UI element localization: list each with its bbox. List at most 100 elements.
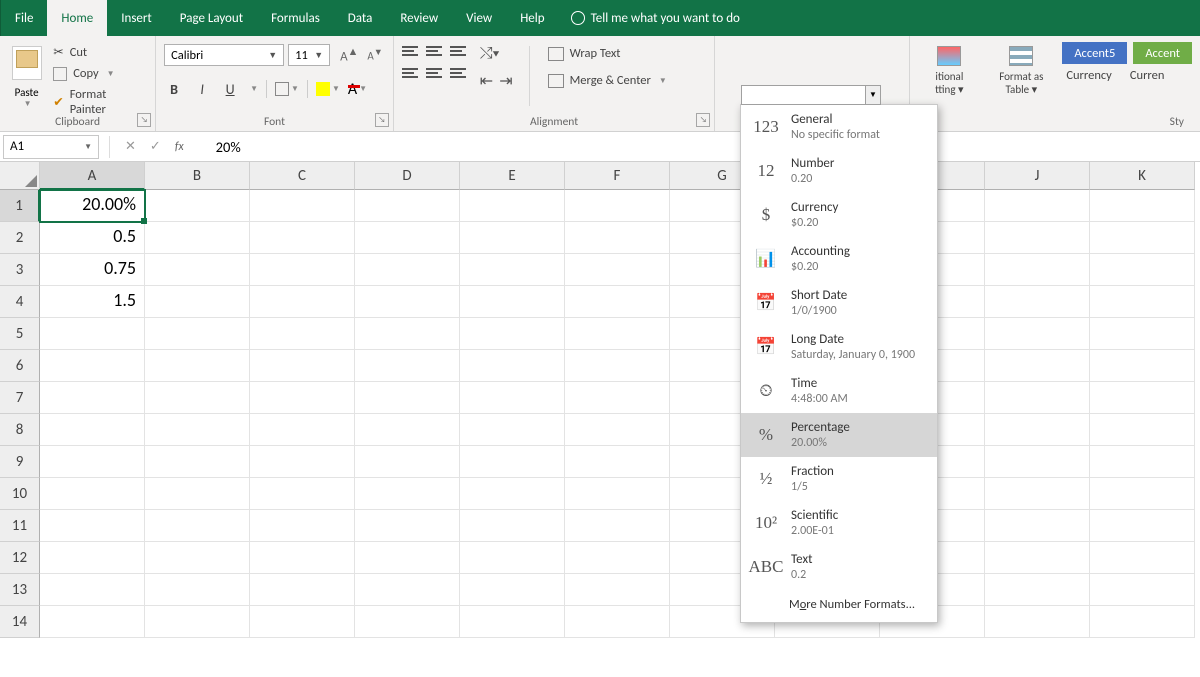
cell-A1[interactable]: 20.00% [40,190,145,222]
number-format-general[interactable]: 123GeneralNo specific format [741,105,937,149]
cell-B8[interactable] [145,414,250,446]
tab-view[interactable]: View [452,0,506,36]
cell-C1[interactable] [250,190,355,222]
align-left-button[interactable] [402,66,420,80]
cell-D13[interactable] [355,574,460,606]
orientation-button[interactable]: ⤭▾ [480,44,500,63]
cell-A10[interactable] [40,478,145,510]
select-all-corner[interactable] [0,162,40,190]
cell-D11[interactable] [355,510,460,542]
cell-E5[interactable] [460,318,565,350]
cell-E3[interactable] [460,254,565,286]
cell-F8[interactable] [565,414,670,446]
font-launcher[interactable]: ↘ [375,113,389,127]
cell-J13[interactable] [985,574,1090,606]
column-header-A[interactable]: A [40,162,145,190]
paste-button[interactable]: Paste [8,86,45,99]
cell-J10[interactable] [985,478,1090,510]
increase-indent-button[interactable]: ⇥ [499,71,512,91]
cell-F14[interactable] [565,606,670,638]
cell-J3[interactable] [985,254,1090,286]
increase-font-button[interactable]: A▲ [338,43,360,66]
cell-F13[interactable] [565,574,670,606]
cell-D7[interactable] [355,382,460,414]
cell-C14[interactable] [250,606,355,638]
cell-A7[interactable] [40,382,145,414]
cell-E8[interactable] [460,414,565,446]
cell-B13[interactable] [145,574,250,606]
format-painter-button[interactable]: ✔Format Painter [49,85,147,119]
cell-K10[interactable] [1090,478,1195,510]
cell-A13[interactable] [40,574,145,606]
cell-D4[interactable] [355,286,460,318]
number-format-scientific[interactable]: 10²Scientific2.00E-01 [741,501,937,545]
align-top-button[interactable] [402,44,420,58]
wrap-text-button[interactable]: Wrap Text [546,44,669,63]
cell-K9[interactable] [1090,446,1195,478]
cell-B11[interactable] [145,510,250,542]
cell-B5[interactable] [145,318,250,350]
alignment-launcher[interactable]: ↘ [696,113,710,127]
row-header-8[interactable]: 8 [0,414,40,446]
cell-J8[interactable] [985,414,1090,446]
cell-F1[interactable] [565,190,670,222]
cell-B10[interactable] [145,478,250,510]
column-header-K[interactable]: K [1090,162,1195,190]
cell-K12[interactable] [1090,542,1195,574]
number-format-short-date[interactable]: 📅Short Date1/0/1900 [741,281,937,325]
decrease-font-button[interactable]: A▼ [365,45,384,65]
formula-input[interactable]: 20% [194,138,1200,156]
cell-C13[interactable] [250,574,355,606]
cell-F9[interactable] [565,446,670,478]
cell-B14[interactable] [145,606,250,638]
cell-K1[interactable] [1090,190,1195,222]
font-color-button[interactable]: A▼ [348,80,367,99]
cell-A14[interactable] [40,606,145,638]
cell-A11[interactable] [40,510,145,542]
tab-help[interactable]: Help [506,0,558,36]
cell-F3[interactable] [565,254,670,286]
cell-J1[interactable] [985,190,1090,222]
cell-D1[interactable] [355,190,460,222]
cell-K8[interactable] [1090,414,1195,446]
tab-file[interactable]: File [0,0,47,36]
cell-A5[interactable] [40,318,145,350]
number-format-percentage[interactable]: %Percentage20.00% [741,413,937,457]
cell-E7[interactable] [460,382,565,414]
cell-B9[interactable] [145,446,250,478]
cell-B6[interactable] [145,350,250,382]
cell-K4[interactable] [1090,286,1195,318]
font-size-combo[interactable]: 11▼ [288,44,330,66]
cell-D5[interactable] [355,318,460,350]
cell-E9[interactable] [460,446,565,478]
cell-C5[interactable] [250,318,355,350]
row-header-2[interactable]: 2 [0,222,40,254]
cell-K5[interactable] [1090,318,1195,350]
conditional-formatting-button[interactable]: itional tting ▾ [918,42,980,96]
cell-J6[interactable] [985,350,1090,382]
cell-J4[interactable] [985,286,1090,318]
cell-C3[interactable] [250,254,355,286]
cell-F7[interactable] [565,382,670,414]
row-header-14[interactable]: 14 [0,606,40,638]
cell-E12[interactable] [460,542,565,574]
align-middle-button[interactable] [426,44,444,58]
enter-formula-button[interactable]: ✓ [150,139,161,154]
cell-D12[interactable] [355,542,460,574]
cell-E11[interactable] [460,510,565,542]
cell-C12[interactable] [250,542,355,574]
align-center-button[interactable] [426,66,444,80]
tab-review[interactable]: Review [386,0,452,36]
column-header-D[interactable]: D [355,162,460,190]
cell-J5[interactable] [985,318,1090,350]
row-header-9[interactable]: 9 [0,446,40,478]
cell-A4[interactable]: 1.5 [40,286,145,318]
cell-E10[interactable] [460,478,565,510]
cell-J2[interactable] [985,222,1090,254]
cell-D6[interactable] [355,350,460,382]
row-header-11[interactable]: 11 [0,510,40,542]
underline-button[interactable]: U [220,81,240,98]
cell-D10[interactable] [355,478,460,510]
more-number-formats[interactable]: More Number Formats... [741,589,937,622]
name-box[interactable]: A1▼ [3,135,99,159]
